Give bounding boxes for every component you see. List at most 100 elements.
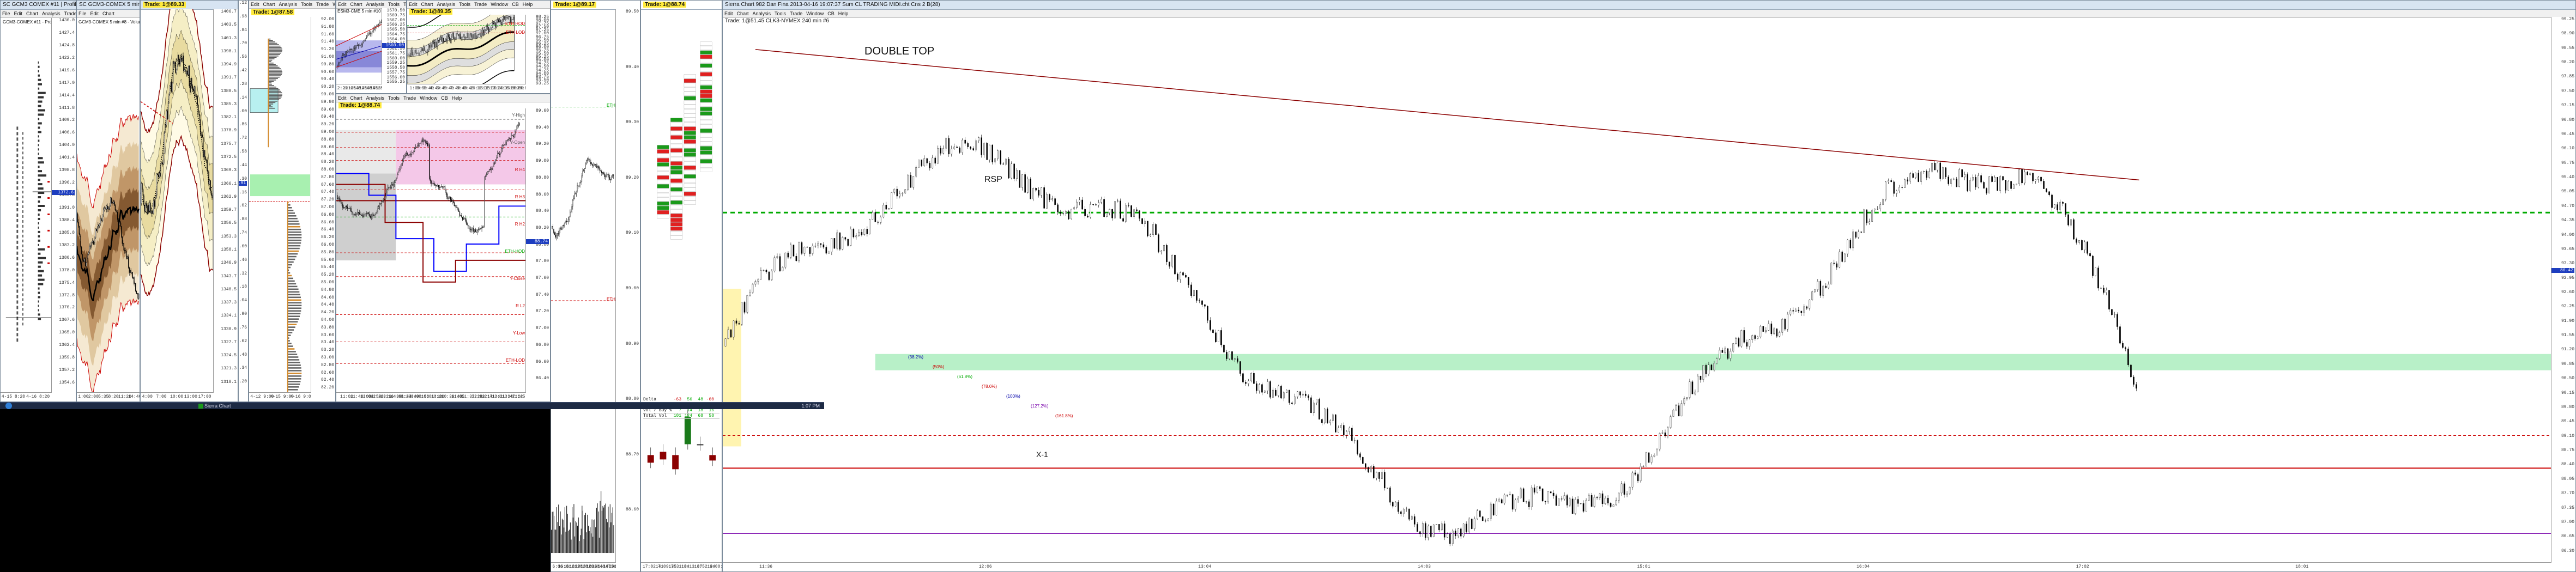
menu-item[interactable]: Chart (26, 11, 38, 16)
menu-item[interactable]: Chart (350, 95, 362, 101)
price-axis[interactable]: 1406.7 1403.5 1401.3 1398.1 1394.9 1391.7 1388… (213, 9, 238, 393)
menu-item[interactable]: CB (827, 11, 835, 16)
menu-item[interactable]: Analysis (366, 95, 385, 101)
chart-area[interactable]: Trade: 1@51.45 CLK3-NYMEX 240 min #6 DOU… (723, 17, 2575, 571)
time-axis[interactable]: 4-12 9:004-15 9:004-16 9:00 (249, 392, 311, 401)
price-axis[interactable]: 89.60 89.40 89.20 89.00 88.80 88.60 88.40 88.20… (525, 108, 550, 393)
stat-label: Total Vol (643, 413, 667, 418)
plot-region[interactable] (141, 9, 214, 393)
time-axis[interactable]: 17:02:41 17:09:35 17:31:34 18:13:37 18:52:34… (641, 562, 722, 571)
menu-item[interactable]: Trade (790, 11, 802, 16)
menu-item[interactable]: Analysis (279, 2, 298, 7)
plot-region[interactable]: ETH HOD ETH LOD (551, 9, 626, 563)
menu-item[interactable]: Window (806, 11, 824, 16)
menu-item[interactable]: Help (452, 95, 462, 101)
time-axis[interactable]: 2:2512:0512:4513:2514:0514:4515:2516:05 (336, 84, 382, 93)
plot-region[interactable]: Trade: 1@51.45 CLK3-NYMEX 240 min #6 DOU… (723, 17, 2551, 563)
menu-item[interactable]: Edit (409, 2, 418, 7)
menu-item[interactable]: Tools (459, 2, 470, 7)
menu-item[interactable]: CB (441, 95, 448, 101)
menu-item[interactable]: Help (523, 2, 533, 7)
menu-item[interactable]: Edit (338, 2, 347, 7)
chart-area[interactable]: ESM3-CME 5 min #10 TPO Value Area Lines … (336, 8, 406, 93)
menu-item[interactable]: Chart (350, 2, 362, 7)
chart-window-cl-profiles[interactable]: EditChartAnalysisToolsTradeWindowCBHelp … (249, 0, 336, 402)
time-axis[interactable]: 4:00 7:00 10:00 13:00 17:00 (141, 392, 214, 401)
chart-window-gc-profile[interactable]: SC GCM3 COMEX #11 | Profile Period: 1 Da… (0, 0, 76, 402)
menu-item[interactable]: Analysis (437, 2, 456, 7)
profile-bar (287, 345, 293, 347)
chart-area[interactable]: ETH HOD ETH LOD 89.5089.4089.3089.2089.1… (551, 9, 640, 571)
plot-region[interactable]: GCM3-COMEX #11 - Profile Period: 1 Days (1, 18, 76, 393)
menu-item[interactable]: Edit (724, 11, 733, 16)
start-button[interactable] (5, 403, 12, 409)
menu-item[interactable]: File (2, 11, 10, 16)
menu-item[interactable]: Edit (14, 11, 23, 16)
chart-window-footprint[interactable]: Trade: 1@88.74 Delta-635648-60Cumulative… (640, 0, 722, 572)
menu-item[interactable]: Tools (388, 95, 400, 101)
plot-region[interactable]: ESM3-CME 5 min #10 TPO Value Area Lines … (336, 8, 406, 84)
chart-area[interactable]: ETH HOD ETH LOD 98.25 98.00 97.75 97.50 97.2… (407, 15, 550, 93)
menu-item[interactable]: Chart (737, 11, 749, 16)
price-axis[interactable]: 90.1289.9889.8489.7089.5689.4289.2889.14… (239, 1, 248, 393)
menu-item[interactable]: Window (332, 2, 335, 7)
menu-edit[interactable]: Edit (90, 11, 99, 16)
plot-region[interactable]: ETH HOD ETH LOD (407, 15, 526, 84)
chart-area[interactable]: 90.1289.9889.8489.7089.5689.4289.2889.14… (239, 1, 248, 401)
plot-region[interactable]: GCM3-COMEX 5 min #8 - Volume Weighted Av… (77, 18, 140, 393)
menu-item[interactable]: Analysis (42, 11, 61, 16)
price-axis[interactable]: 1570.50 1569.75 1567.00 1566.25 1565.50 1564.… (382, 8, 406, 84)
price-axis[interactable]: 98.25 98.00 97.75 97.50 97.25 97.00 96.75 96.50… (525, 15, 550, 86)
chart-area[interactable]: 1406.7 1403.5 1401.3 1398.1 1394.9 1391.7 1388… (141, 9, 238, 401)
plot-region[interactable]: Y-High Y-Open R H4 R H3 R H2 ETH-HOD Y-Close R … (336, 108, 526, 393)
plot-region[interactable]: Delta-635648-60Cumulative110311371185115… (641, 9, 722, 563)
menu-item[interactable]: Trade (64, 11, 76, 16)
candle-body (2103, 288, 2105, 293)
menu-file[interactable]: File (78, 11, 87, 16)
price-axis[interactable]: 99.25 98.90 98.55 98.20 97.85 97.50 97.15 96.80… (2551, 17, 2575, 563)
time-axis[interactable]: 6:06 16:01 16:11 18:20 18:28 18:29 16:30 16:46 1… (551, 562, 616, 571)
chart-window-cl-levels[interactable]: Edit Chart Analysis Tools Trade Window CB Help … (336, 94, 551, 402)
chart-window-cl-trend[interactable]: Edit Chart Analysis Tools Trade Window CB Help … (407, 0, 551, 94)
menu-item[interactable]: Window (491, 2, 508, 7)
time-axis[interactable]: 1:002:005:358:2011:2014:40 (77, 392, 140, 401)
menu-item[interactable]: Tools (388, 2, 400, 7)
time-axis[interactable]: 11:36 12:06 13:04 14:03 15:01 16:04 17:02 18:01 (723, 562, 2551, 571)
time-axis[interactable]: 11:03 11:40:08 12:04:54 12:28:29 13:16:39 14:… (336, 392, 526, 401)
price-axis[interactable]: 92.00 91.80 91.60 91.40 91.20 91.00 90.80 90.60… (311, 17, 335, 393)
chart-window-cl-bands[interactable]: 90.1289.9889.8489.7089.5689.4289.2889.14… (238, 0, 249, 402)
candle-body (509, 16, 510, 17)
chart-window-cl-240min[interactable]: Sierra Chart 982 Dan Fina 2013-04-16 19:… (722, 0, 2576, 572)
price-axis[interactable]: 1430.0 1427.4 1424.8 1422.2 1419.6 1417.0 1414… (51, 18, 76, 393)
menu-item[interactable]: Chart (421, 2, 433, 7)
chart-area[interactable]: GCM3-COMEX #11 - Profile Period: 1 Days … (1, 18, 76, 401)
menu-item[interactable]: CB (512, 2, 519, 7)
time-axis[interactable]: 1:00 3:00 3:40 4:40 5:40 6:40 7:40 8:40 9:40 10:1… (407, 84, 526, 93)
chart-area[interactable]: 92.00 91.80 91.60 91.40 91.20 91.00 90.80 90.60… (249, 17, 335, 401)
taskbar-item-sierra-chart[interactable]: Sierra Chart (196, 403, 231, 409)
chart-window-gc-bands[interactable]: Trade: 1@89.33 1406.7 1403.5 1401.3 1398.1 1… (140, 0, 238, 402)
chart-area[interactable]: Delta-635648-60Cumulative110311371185115… (641, 9, 722, 571)
menu-item[interactable]: Edit (338, 95, 347, 101)
plot-region[interactable] (249, 17, 311, 393)
menu-item[interactable]: Edit (251, 2, 259, 7)
menu-item[interactable]: Help (838, 11, 849, 16)
menu-item[interactable]: Analysis (366, 2, 385, 7)
menu-item[interactable]: Chart (263, 2, 275, 7)
chart-window-gc-vwap[interactable]: SC GCM3-COMEX 5 min #8 COMEX Gol... File… (76, 0, 140, 402)
menu-chart[interactable]: Chart (102, 11, 114, 16)
price-axis[interactable]: 89.50 89.40 89.30 89.20 89.10 89.00 88.90 88.80… (615, 9, 640, 563)
menu-item[interactable]: Window (420, 95, 437, 101)
chart-area[interactable]: Y-High Y-Open R H4 R H3 R H2 ETH-HOD Y-Close R … (336, 108, 550, 401)
menu-item[interactable]: Tools (775, 11, 786, 16)
chart-window-cl-volume[interactable]: Trade: 1@89.17 ETH HOD ETH LOD 89.5089.4… (551, 0, 640, 572)
menu-item[interactable]: Trade (474, 2, 487, 7)
time-axis[interactable]: 4-15 8:20 4-16 8:20 (1, 392, 52, 401)
menu-item[interactable]: Analysis (753, 11, 771, 16)
menu-item[interactable]: Trade (403, 2, 406, 7)
menu-item[interactable]: Trade (316, 2, 329, 7)
menu-item[interactable]: Trade (403, 95, 416, 101)
chart-window-es-tpo[interactable]: EditChartAnalysisToolsTradeWindowCBHelp … (336, 0, 407, 94)
menu-item[interactable]: Tools (301, 2, 312, 7)
chart-area[interactable]: GCM3-COMEX 5 min #8 - Volume Weighted Av… (77, 18, 140, 401)
